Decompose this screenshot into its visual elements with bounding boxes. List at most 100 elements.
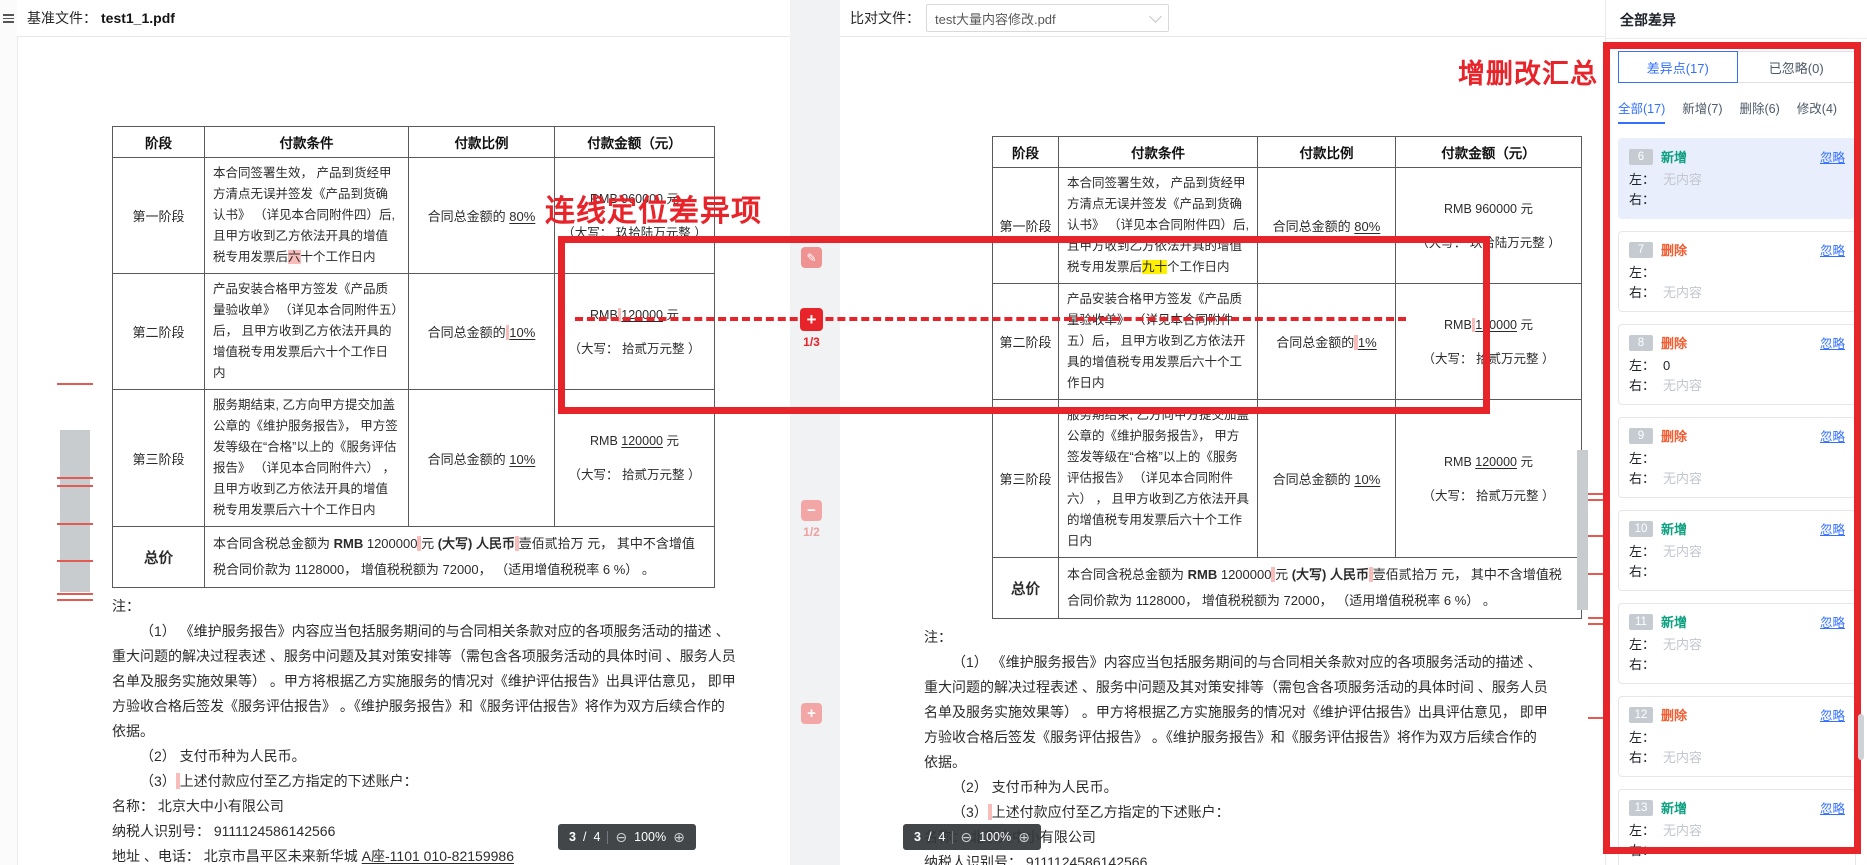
ignore-link[interactable]: 忽略 [1820,612,1845,631]
ignore-link[interactable]: 忽略 [1820,333,1845,352]
diff-position-tick [57,477,93,479]
diff-left-label: 左： [1629,356,1655,376]
tab-diff-points[interactable]: 差异点(17) [1618,51,1738,83]
diff-type-label: 新增 [1661,798,1687,817]
ignore-link[interactable]: 忽略 [1820,147,1845,166]
diff-position-tick [57,383,93,385]
filter-modified[interactable]: 修改(4) [1797,98,1837,117]
diff-left-value: 无内容 [1663,170,1702,190]
scrollbar-thumb-right-doc[interactable] [1577,450,1588,610]
table-row: 第二阶段 产品安装合格甲方签发《产品质量验收单》 （详见本合同附件五）后， 且甲… [993,284,1582,400]
amount-cell: RMB 120000 元 （大写： 拾贰万元整 ） [555,390,715,527]
diff-group-expand-button[interactable]: + [800,308,823,331]
zoom-in-button[interactable]: ⊕ [673,830,685,844]
filter-added[interactable]: 新增(7) [1682,98,1722,117]
diff-right-label: 右： [1629,469,1655,489]
diff-position-tick [57,485,93,487]
zoom-in-button[interactable]: ⊕ [1018,830,1030,844]
pdf-compare-app: 基准文件： test1_1.pdf 阶段 付款条件 付款比例 付款金额（元） 第… [0,0,1867,865]
diff-right-label: 右： [1629,376,1655,396]
diff-item[interactable]: 11 新增 忽略 左：无内容 右： [1618,603,1856,684]
diff-position-tick [1588,499,1604,501]
diff-position-tick [1588,623,1604,625]
diff-item[interactable]: 8 删除 忽略 左：0 右：无内容 [1618,324,1856,405]
table-total-row: 总价 本合同含税总金额为 RMB 1200000 元 (大写) 人民币 壹佰贰拾… [113,527,715,588]
diff-item[interactable]: 10 新增 忽略 左：无内容 右： [1618,510,1856,591]
condition-cell: 本合同签署生效， 产品到货经甲方清点无误并签发《产品到货确认书》 （详见本合同附… [205,158,409,274]
diff-position-tick [1588,617,1604,619]
table-row: 第二阶段 产品安装合格甲方签发《产品质量验收单》 （详见本合同附件五）后， 且甲… [113,274,715,390]
condition-cell: 产品安装合格甲方签发《产品质量验收单》 （详见本合同附件五）后， 且甲方收到乙方… [205,274,409,390]
condition-cell: 服务期结束, 乙方向甲方提交加盖公章的《维护服务报告》， 甲方签发等级在“合格”… [1059,400,1258,558]
diff-right-label: 右： [1629,655,1655,675]
diff-position-tick [1588,493,1604,495]
diff-item[interactable]: 6 新增 忽略 左：无内容 右： [1618,138,1856,219]
stage-cell: 第二阶段 [113,274,205,390]
filter-all[interactable]: 全部(17) [1618,98,1665,117]
diff-type-label: 删除 [1661,333,1687,352]
diff-position-tick [57,523,93,525]
diff-type-label: 新增 [1661,519,1687,538]
diff-panel-title: 全部差异 [1606,0,1867,39]
total-pages: 4 [938,830,945,844]
table-row: 第一阶段 本合同签署生效， 产品到货经甲方清点无误并签发《产品到货确认书》 （详… [113,158,715,274]
base-file-label: 基准文件： [27,8,97,28]
diff-item[interactable]: 13 新增 忽略 左：无内容 右： [1618,789,1856,865]
ratio-cell: 合同总金额的 80% [409,158,555,274]
scrollbar-thumb-diff-panel[interactable] [1858,714,1864,760]
table-row: 第三阶段 服务期结束, 乙方向甲方提交加盖公章的《维护服务报告》， 甲方签发等级… [993,400,1582,558]
diff-left-value: 无内容 [1663,635,1702,655]
document-note-line: 纳税人识别号： 9111124586142566 [924,850,1549,865]
diff-item[interactable]: 7 删除 忽略 左： 右：无内容 [1618,231,1856,312]
zoom-out-button[interactable]: ⊖ [615,830,627,844]
menu-icon[interactable] [3,14,14,23]
payment-table-left: 阶段 付款条件 付款比例 付款金额（元） 第一阶段 本合同签署生效， 产品到货经… [112,126,715,588]
diff-group-collapse-button[interactable]: − [801,500,822,521]
diff-right-label: 右： [1629,841,1655,861]
diff-right-value: 无内容 [1663,283,1702,303]
diff-index-badge: 12 [1629,707,1653,723]
total-label-cell: 总价 [993,558,1059,619]
document-note-line: （1） 《维护服务报告》内容应当包括服务期间的与合同相关条款对应的各项服务活动的… [112,619,737,744]
ignore-link[interactable]: 忽略 [1820,240,1845,259]
diff-item[interactable]: 12 删除 忽略 左： 右：无内容 [1618,696,1856,777]
current-page: 3 [914,830,921,844]
document-note-line: 注： [924,625,1549,650]
diff-left-label: 左： [1629,542,1655,562]
ignore-link[interactable]: 忽略 [1820,798,1845,817]
diff-position-tick [1588,573,1604,575]
ignore-link[interactable]: 忽略 [1820,426,1845,445]
table-row: 第一阶段 本合同签署生效， 产品到货经甲方清点无误并签发《产品到货确认书》 （详… [993,168,1582,284]
filter-deleted[interactable]: 删除(6) [1740,98,1780,117]
diff-item[interactable]: 9 删除 忽略 左： 右：无内容 [1618,417,1856,498]
col-header: 付款比例 [409,127,555,158]
diff-right-value: 无内容 [1663,469,1702,489]
base-document-page: 阶段 付款条件 付款比例 付款金额（元） 第一阶段 本合同签署生效， 产品到货经… [112,126,737,865]
diff-left-label: 左： [1629,170,1655,190]
page-toolbar-left: 3 / 4 ⊖ 100% ⊕ [558,824,696,850]
condition-cell: 本合同签署生效， 产品到货经甲方清点无误并签发《产品到货确认书》 （详见本合同附… [1059,168,1258,284]
condition-cell: 产品安装合格甲方签发《产品质量验收单》 （详见本合同附件五）后， 且甲方收到乙方… [1059,284,1258,400]
document-note-line: 名称： 北京大中小有限公司 [112,794,737,819]
diff-position-tick [1588,717,1604,719]
stage-cell: 第三阶段 [113,390,205,527]
ignore-link[interactable]: 忽略 [1820,705,1845,724]
diff-group-counter: 1/2 [800,525,823,539]
document-note-line: （3） 上述付款应付至乙方指定的下述账户： [112,769,737,794]
compare-file-select[interactable]: test大量内容修改.pdf [926,4,1169,32]
diff-right-label: 右： [1629,283,1655,303]
annotate-pencil-icon[interactable]: ✎ [801,247,822,268]
base-document-panel: 基准文件： test1_1.pdf 阶段 付款条件 付款比例 付款金额（元） 第… [17,0,790,865]
ignore-link[interactable]: 忽略 [1820,519,1845,538]
diff-tabs: 差异点(17) 已忽略(0) [1618,51,1856,83]
tab-ignored[interactable]: 已忽略(0) [1737,51,1857,83]
scrollbar-thumb-left-doc[interactable] [60,430,90,592]
zoom-out-button[interactable]: ⊖ [960,830,972,844]
stage-cell: 第三阶段 [993,400,1059,558]
col-header: 付款条件 [205,127,409,158]
document-note-line: （2） 支付币种为人民币。 [924,775,1549,800]
diff-left-label: 左： [1629,635,1655,655]
diff-summary-panel: 全部差异 差异点(17) 已忽略(0) 全部(17) 新增(7) 删除(6) 修… [1605,0,1867,865]
diff-group-expand-button-2[interactable]: + [801,703,822,724]
diff-position-tick [1588,535,1604,537]
